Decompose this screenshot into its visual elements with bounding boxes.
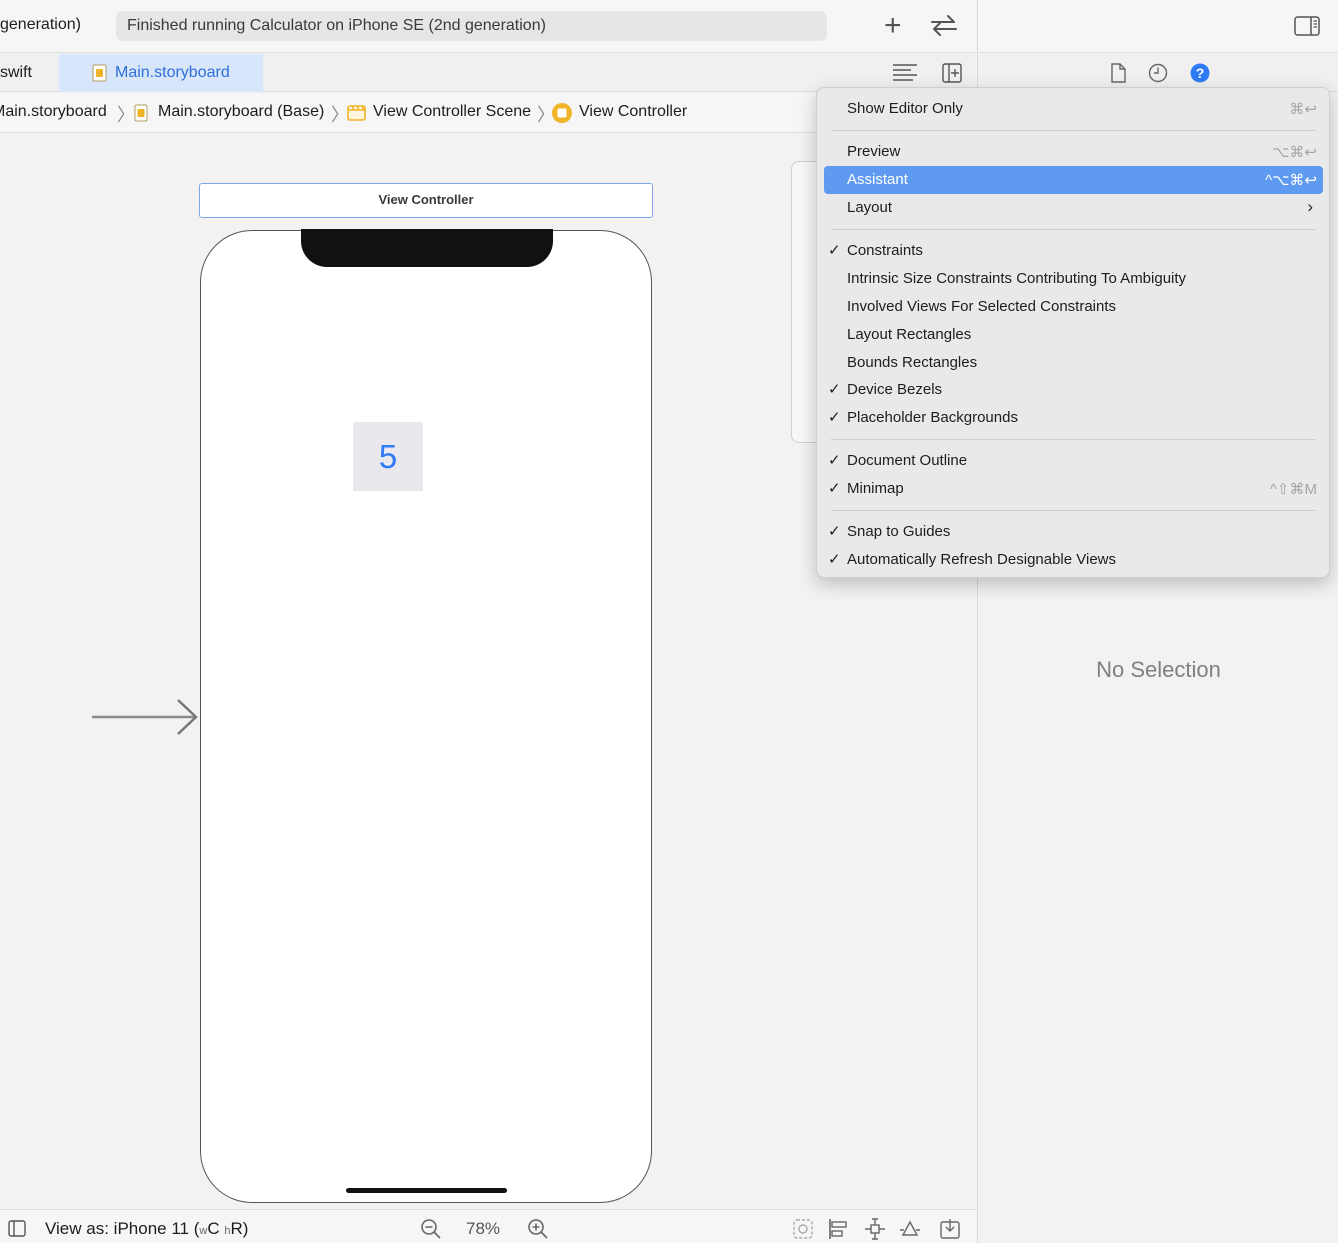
breadcrumb-separator: 〉	[117, 105, 135, 125]
submenu-chevron-icon: ›	[1307, 197, 1313, 216]
entry-point-arrow-icon[interactable]	[92, 697, 202, 737]
menu-item-device-bezels[interactable]: ✓ Device Bezels	[824, 376, 1323, 404]
menu-item-involved-views[interactable]: Involved Views For Selected Constraints	[824, 293, 1323, 321]
view-as-prefix: View as: iPhone 11 (	[45, 1219, 200, 1238]
storyboard-file-icon	[92, 64, 107, 82]
add-constraints-icon[interactable]	[864, 1218, 886, 1240]
breadcrumb-item-view-controller[interactable]: View Controller	[579, 103, 687, 121]
menu-shortcut: ^⇧⌘M	[1269, 481, 1317, 498]
checkmark-icon: ✓	[828, 452, 841, 469]
tab-swift-label: swift	[0, 64, 32, 81]
menu-item-snap-to-guides[interactable]: ✓ Snap to Guides	[824, 518, 1323, 546]
checkmark-icon: ✓	[828, 480, 841, 497]
menu-item-document-outline[interactable]: ✓ Document Outline	[824, 447, 1323, 475]
device-notch	[301, 229, 553, 267]
update-frames-icon[interactable]	[792, 1218, 814, 1240]
view-as-device-button[interactable]: View as: iPhone 11 (wC hR)	[45, 1219, 248, 1239]
checkmark-icon: ✓	[828, 409, 841, 426]
menu-separator	[831, 130, 1316, 131]
view-controller-icon	[552, 103, 572, 123]
scene-title-bar[interactable]: View Controller	[199, 183, 653, 218]
activity-status-bar: Finished running Calculator on iPhone SE…	[116, 11, 827, 41]
add-icon[interactable]: +	[884, 11, 902, 41]
storyboard-file-icon	[134, 104, 148, 122]
menu-separator	[831, 510, 1316, 511]
result-label[interactable]: 5	[353, 422, 423, 491]
width-class-value: C	[207, 1219, 225, 1238]
menu-item-refresh-designable-views[interactable]: ✓ Automatically Refresh Designable Views	[824, 546, 1323, 574]
menu-item-show-editor-only[interactable]: Show Editor Only ⌘↩	[824, 95, 1323, 123]
menu-item-layout-rectangles[interactable]: Layout Rectangles	[824, 321, 1323, 349]
menu-item-constraints[interactable]: ✓ Constraints	[824, 237, 1323, 265]
toolbar: generation) Finished running Calculator …	[0, 0, 976, 53]
scene-title: View Controller	[378, 192, 474, 207]
checkmark-icon: ✓	[828, 551, 841, 568]
outline-toggle-icon[interactable]	[8, 1220, 26, 1237]
breadcrumb-item-storyboard-base[interactable]: Main.storyboard (Base)	[158, 103, 324, 121]
svg-text:?: ?	[1196, 65, 1205, 81]
scene-icon	[347, 105, 366, 121]
menu-item-placeholder-backgrounds[interactable]: ✓ Placeholder Backgrounds	[824, 404, 1323, 432]
height-class-value: R)	[230, 1219, 249, 1238]
inspector-header	[978, 0, 1338, 53]
zoom-out-icon[interactable]	[420, 1218, 442, 1240]
checkmark-icon: ✓	[828, 242, 841, 259]
tab-swift-file[interactable]: swift	[0, 54, 32, 92]
home-indicator	[346, 1188, 507, 1193]
device-frame-iphone[interactable]: 5	[200, 229, 652, 1203]
checkmark-icon: ✓	[828, 523, 841, 540]
swap-arrows-icon[interactable]	[928, 13, 960, 37]
menu-shortcut: ^⌥⌘↩	[1265, 172, 1317, 189]
embed-icon[interactable]	[939, 1218, 961, 1240]
tab-main-storyboard[interactable]: Main.storyboard	[59, 54, 263, 92]
activity-status-text: Finished running Calculator on iPhone SE…	[127, 17, 546, 34]
menu-item-assistant[interactable]: Assistant ^⌥⌘↩	[824, 166, 1323, 194]
editor-options-menu: Show Editor Only ⌘↩ Preview ⌥⌘↩ Assistan…	[816, 87, 1330, 578]
history-inspector-icon[interactable]	[1148, 63, 1168, 83]
inspector-toggle-icon[interactable]	[1294, 15, 1320, 37]
menu-shortcut: ⌥⌘↩	[1272, 144, 1317, 161]
breadcrumb-item-scene[interactable]: View Controller Scene	[373, 103, 531, 121]
menu-shortcut: ⌘↩	[1289, 101, 1317, 118]
menu-separator	[831, 439, 1316, 440]
menu-item-intrinsic-size-constraints[interactable]: Intrinsic Size Constraints Contributing …	[824, 265, 1323, 293]
help-inspector-icon[interactable]: ?	[1190, 63, 1210, 83]
scheme-destination-label[interactable]: generation)	[0, 16, 81, 34]
zoom-level-readout: 78%	[466, 1219, 501, 1238]
lines-icon[interactable]	[892, 62, 918, 84]
checkmark-icon: ✓	[828, 381, 841, 398]
menu-item-preview[interactable]: Preview ⌥⌘↩	[824, 138, 1323, 166]
menu-item-minimap[interactable]: ✓ Minimap ^⇧⌘M	[824, 475, 1323, 503]
menu-separator	[831, 229, 1316, 230]
tab-storyboard-label: Main.storyboard	[115, 64, 230, 81]
file-inspector-icon[interactable]	[1109, 63, 1127, 83]
zoom-in-icon[interactable]	[527, 1218, 549, 1240]
canvas-bottom-bar: View as: iPhone 11 (wC hR) 78%	[0, 1209, 976, 1243]
resolve-issues-icon[interactable]	[899, 1218, 921, 1240]
add-editor-icon[interactable]	[942, 63, 962, 83]
breadcrumb-item-storyboard[interactable]: Main.storyboard	[0, 103, 107, 121]
menu-item-bounds-rectangles[interactable]: Bounds Rectangles	[824, 349, 1323, 377]
no-selection-label: No Selection	[1096, 657, 1221, 682]
menu-item-layout[interactable]: Layout ›	[824, 194, 1323, 222]
align-icon[interactable]	[828, 1218, 850, 1240]
